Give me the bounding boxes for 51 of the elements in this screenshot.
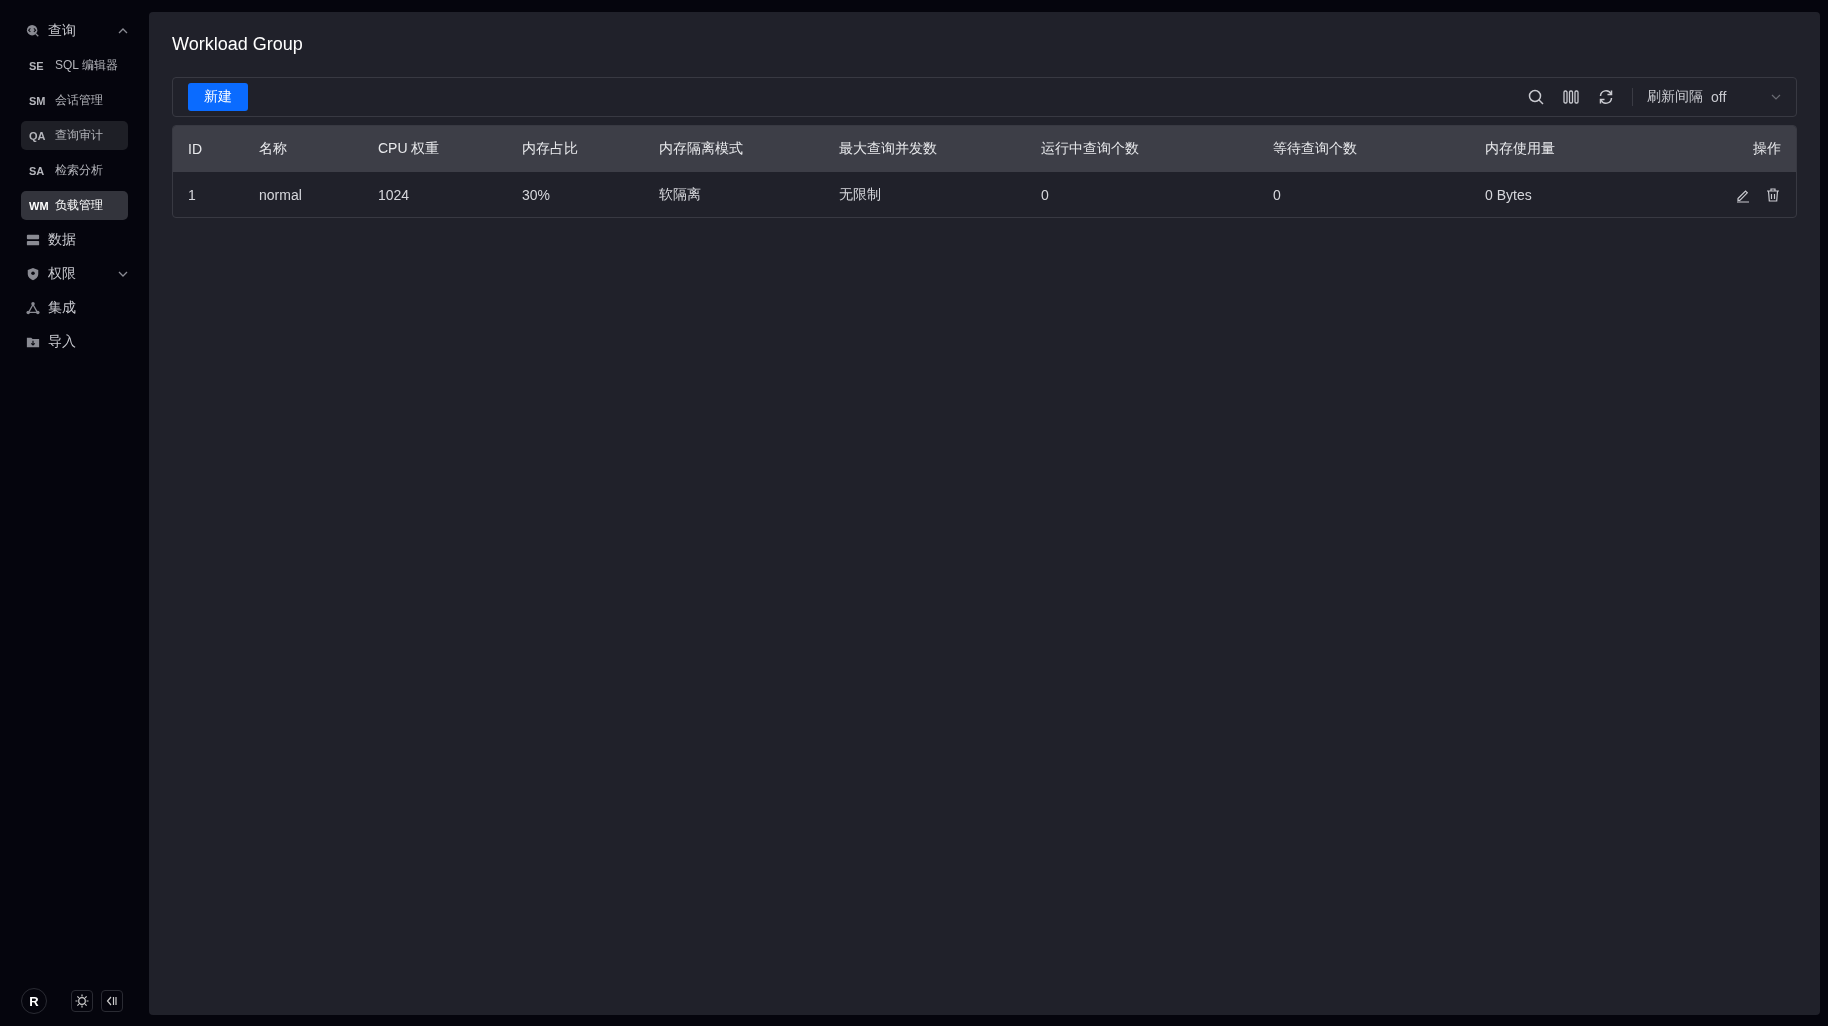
columns-icon [1562,88,1580,106]
column-header: 运行中查询个数 [1041,140,1140,158]
sun-icon [75,994,89,1008]
column-header: 内存隔离模式 [659,140,744,158]
table-cell-text: 30% [522,186,552,203]
chevron-icon[interactable] [118,271,128,277]
nav-item[interactable]: 导入 [48,333,128,351]
table-cell-text: 软隔离 [659,185,702,204]
refresh-icon [1597,88,1615,106]
nav-subitem[interactable]: WM 负载管理 [21,191,128,220]
search-icon [1527,88,1545,106]
nav-subitem[interactable]: SA 检索分析 [21,156,128,185]
table-cell-text: normal [259,186,303,203]
column-header: 内存使用量 [1485,140,1556,158]
search-button[interactable] [1527,88,1545,106]
data-icon [26,233,40,247]
table-cell-text: 无限制 [839,185,882,204]
table-cell-text: 0 [1041,186,1050,203]
refresh-button[interactable] [1597,88,1615,106]
delete-icon[interactable] [1765,186,1781,203]
column-header: 等待查询个数 [1273,140,1358,158]
table-cell-text: 1024 [378,186,411,203]
column-header: CPU 权重 [378,140,441,158]
table-cell-text: 0 Bytes [1485,186,1533,203]
collapse-icon [106,995,118,1007]
chevron-icon [1771,94,1781,100]
chevron-icon[interactable] [118,28,128,34]
page-title: Workload Group [172,34,304,55]
nav-subitem[interactable]: SE SQL 编辑器 [21,51,128,80]
nav-subitem[interactable]: SM 会话管理 [21,86,128,115]
refresh-interval-select[interactable]: 刷新间隔 off [1647,88,1781,106]
nav-subitem[interactable]: QA 查询审计 [21,121,128,150]
table-cell-text: 1 [188,186,197,203]
import-icon [26,335,40,349]
column-header: 名称 [259,140,288,158]
integration-icon [26,301,40,315]
nav-item[interactable]: 权限 [48,265,110,283]
collapse-button[interactable] [101,990,123,1012]
new-button[interactable]: 新建 [188,83,248,111]
nav-item[interactable]: 集成 [48,299,128,317]
column-header: 最大查询并发数 [839,140,938,158]
columns-button[interactable] [1562,88,1580,106]
column-header: 内存占比 [522,140,579,158]
theme-button[interactable] [71,990,93,1012]
column-header: 操作 [1752,140,1781,158]
nav-item[interactable]: 查询 [48,22,110,40]
column-header: ID [188,141,203,157]
nav-item[interactable]: 数据 [48,231,128,249]
table-cell-text: 0 [1273,186,1282,203]
shield-icon [26,267,40,281]
query-icon [26,24,40,38]
